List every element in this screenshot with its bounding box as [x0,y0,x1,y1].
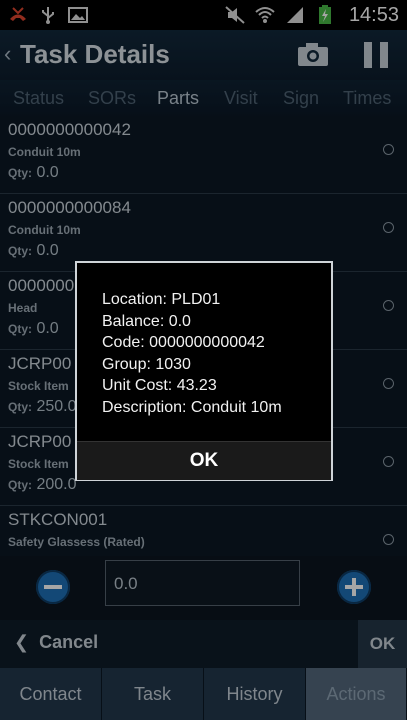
dialog-details: Location: PLD01 Balance: 0.0 Code: 00000… [102,289,282,418]
part-info-dialog: Location: PLD01 Balance: 0.0 Code: 00000… [75,261,333,481]
dialog-unit-cost: Unit Cost: 43.23 [102,377,217,394]
dialog-description: Description: Conduit 10m [102,398,282,416]
dialog-group: Group: 1030 [102,355,191,373]
dialog-ok-button[interactable]: OK [77,441,331,480]
dialog-code: Code: 0000000000042 [102,334,265,351]
dialog-balance: Balance: 0.0 [102,312,191,330]
dialog-location: Location: PLD01 [102,291,221,308]
